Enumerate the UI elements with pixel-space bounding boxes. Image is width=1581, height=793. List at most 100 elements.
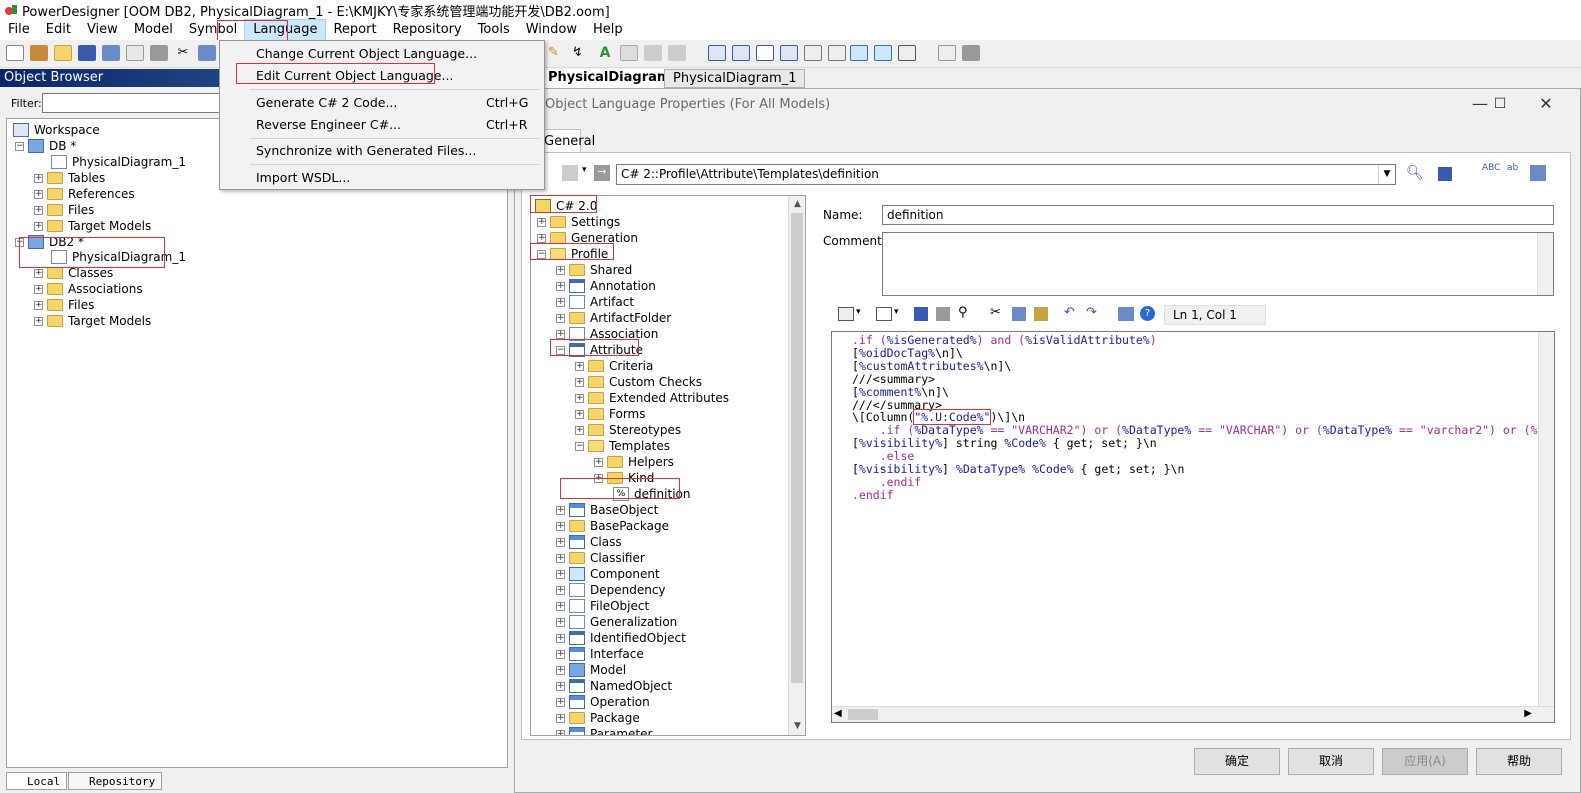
pencil-icon[interactable]: ✎	[548, 45, 566, 61]
apply-button[interactable]: 应用(A)	[1382, 748, 1468, 775]
expand-icon[interactable]: +	[556, 665, 565, 675]
tree-db-diagram[interactable]: PhysicalDiagram_1	[51, 154, 186, 170]
expand-icon[interactable]: +	[556, 265, 565, 275]
expand-icon[interactable]: +	[575, 393, 584, 403]
tree-base-package[interactable]: + BasePackage	[556, 518, 669, 534]
menu-report[interactable]: Report	[325, 20, 384, 40]
expand-icon[interactable]: +	[556, 601, 565, 611]
scroll-down-icon[interactable]: ▼	[789, 718, 805, 735]
tree-db2-diagram[interactable]: PhysicalDiagram_1	[51, 249, 186, 265]
scroll-thumb[interactable]	[791, 213, 803, 683]
copy-icon[interactable]	[198, 45, 216, 61]
back-icon[interactable]	[562, 165, 578, 181]
tree-references[interactable]: + References	[34, 186, 135, 202]
editor-hscrollbar[interactable]: ◀ ▶	[832, 706, 1554, 722]
print-icon[interactable]	[936, 307, 950, 321]
expand-icon[interactable]: +	[594, 473, 603, 483]
menu-item-reverse-engineer[interactable]: Reverse Engineer C#... Ctrl+R	[220, 115, 544, 135]
tree-file-object[interactable]: + FileObject	[556, 598, 649, 614]
menu-symbol[interactable]: Symbol	[181, 20, 245, 40]
collapse-icon[interactable]: −	[575, 441, 584, 451]
tree-classes[interactable]: + Classes	[34, 265, 113, 281]
tab-repository[interactable]: Repository	[68, 772, 163, 790]
tree-templates[interactable]: − Templates	[575, 438, 670, 454]
layout-1-icon[interactable]	[708, 45, 726, 61]
menu-item-change-language[interactable]: Change Current Object Language...	[220, 44, 544, 64]
save-icon[interactable]	[78, 45, 96, 61]
path-combo[interactable]: C# 2::Profile\Attribute\Templates\defini…	[616, 164, 1396, 185]
menu-file[interactable]: File	[0, 20, 38, 40]
tree-class[interactable]: + Class	[556, 534, 622, 550]
tree-package[interactable]: + Package	[556, 710, 640, 726]
tree-artifact[interactable]: + Artifact	[556, 294, 634, 310]
expand-icon[interactable]: +	[556, 729, 565, 735]
close-icon[interactable]: ✕	[1531, 93, 1561, 115]
replace-icon[interactable]: ab	[1507, 163, 1518, 173]
zoom-icon[interactable]	[850, 45, 868, 61]
comment-field[interactable]	[882, 232, 1554, 296]
expand-icon[interactable]: +	[556, 505, 565, 515]
menu-item-generate-code[interactable]: Generate C# 2 Code... Ctrl+G	[220, 93, 544, 113]
tree-helpers[interactable]: + Helpers	[594, 454, 674, 470]
new-project-icon[interactable]	[30, 45, 48, 61]
menu-language[interactable]: Language	[244, 19, 327, 41]
tree-stereotypes[interactable]: + Stereotypes	[575, 422, 681, 438]
view-icon[interactable]	[874, 45, 892, 61]
menu-window[interactable]: Window	[518, 20, 585, 40]
undo-icon[interactable]	[644, 45, 662, 61]
expand-icon[interactable]: +	[537, 217, 546, 227]
expand-icon[interactable]: +	[34, 300, 43, 310]
tree-extended-attributes[interactable]: + Extended Attributes	[575, 390, 729, 406]
spell-check-icon[interactable]: ABC	[1482, 163, 1500, 173]
tree-scrollbar[interactable]: ▲ ▼	[788, 196, 805, 735]
expand-icon[interactable]: +	[556, 553, 565, 563]
tree-attribute[interactable]: − Attribute	[556, 342, 643, 358]
collapse-icon[interactable]: −	[537, 249, 546, 259]
chevron-down-icon[interactable]: ▾	[582, 165, 587, 175]
expand-icon[interactable]: +	[556, 697, 565, 707]
name-field[interactable]: definition	[882, 205, 1554, 225]
tree-parameter[interactable]: + Parameter	[556, 726, 652, 735]
copy-icon[interactable]	[1012, 307, 1026, 321]
tree-files[interactable]: + Files	[34, 202, 94, 218]
expand-icon[interactable]: +	[556, 281, 565, 291]
find-icon[interactable]: 🔍︎	[1406, 165, 1424, 181]
tree-operation[interactable]: + Operation	[556, 694, 650, 710]
tree-profile[interactable]: − Profile	[537, 246, 608, 262]
expand-icon[interactable]: +	[556, 313, 565, 323]
expand-icon[interactable]: +	[594, 457, 603, 467]
save-all-icon[interactable]	[102, 45, 120, 61]
scroll-right-icon[interactable]: ▶	[1524, 708, 1532, 719]
layout-5-icon[interactable]	[804, 45, 822, 61]
tree-files-2[interactable]: + Files	[34, 297, 94, 313]
export-icon[interactable]	[1530, 165, 1546, 181]
collapse-icon[interactable]: −	[15, 237, 24, 247]
expand-icon[interactable]: +	[34, 316, 43, 326]
tab-local[interactable]: Local	[6, 772, 68, 790]
edit-icon[interactable]	[876, 307, 892, 321]
tree-definition[interactable]: % definition	[613, 486, 690, 502]
tree-generalization[interactable]: + Generalization	[556, 614, 677, 630]
tree-classifier[interactable]: + Classifier	[556, 550, 645, 566]
help-button[interactable]: 帮助	[1476, 748, 1562, 775]
tree-target-models[interactable]: + Target Models	[34, 218, 151, 234]
filter-input[interactable]	[42, 93, 242, 113]
tree-criteria[interactable]: + Criteria	[575, 358, 653, 374]
expand-icon[interactable]: +	[556, 537, 565, 547]
cancel-button[interactable]: 取消	[1288, 748, 1374, 775]
scroll-up-icon[interactable]: ▲	[789, 196, 805, 213]
tree-settings[interactable]: + Settings	[537, 214, 620, 230]
expand-icon[interactable]: +	[34, 189, 43, 199]
menu-tools[interactable]: Tools	[470, 20, 518, 40]
menu-view[interactable]: View	[79, 20, 126, 40]
redo-icon[interactable]: ↷	[1086, 305, 1097, 320]
expand-icon[interactable]: +	[556, 713, 565, 723]
variable-icon[interactable]	[1118, 307, 1134, 321]
collapse-icon[interactable]: −	[15, 141, 24, 151]
tab-diagram-other[interactable]: PhysicalDiagram_1	[664, 69, 806, 88]
save-icon[interactable]	[914, 307, 928, 321]
expand-icon[interactable]: +	[34, 221, 43, 231]
tree-interface[interactable]: + Interface	[556, 646, 644, 662]
menu-help[interactable]: Help	[585, 20, 631, 40]
tree-shared[interactable]: + Shared	[556, 262, 632, 278]
